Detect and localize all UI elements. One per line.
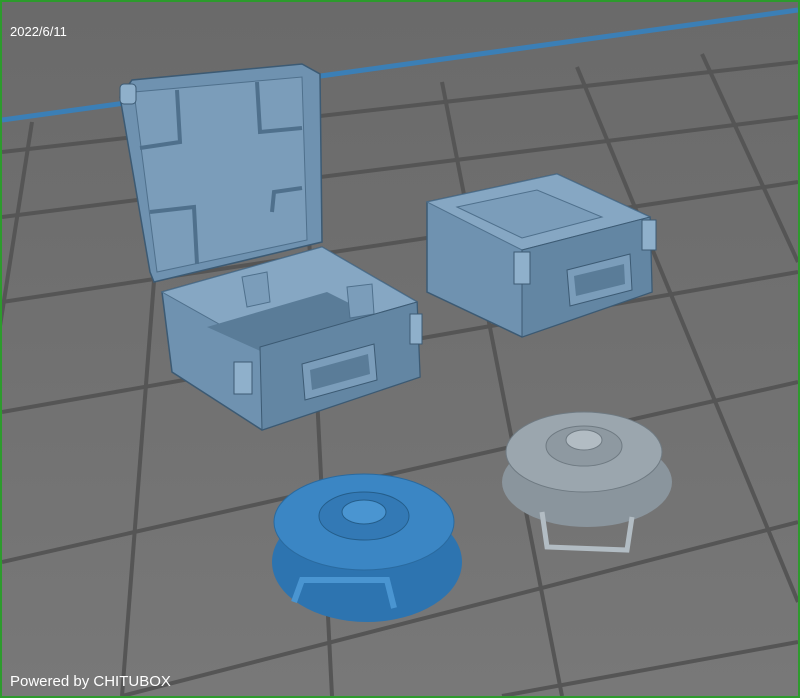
scene-canvas[interactable] bbox=[2, 2, 798, 696]
date-stamp: 2022/6/11 bbox=[10, 24, 67, 39]
3d-viewport[interactable]: 2022/6/11 Powered by CHITUBOX bbox=[0, 0, 800, 698]
watermark-text: Powered by CHITUBOX bbox=[10, 673, 171, 690]
round-lid-selected-model[interactable] bbox=[272, 473, 462, 622]
closed-ammo-box-model[interactable] bbox=[425, 173, 657, 338]
